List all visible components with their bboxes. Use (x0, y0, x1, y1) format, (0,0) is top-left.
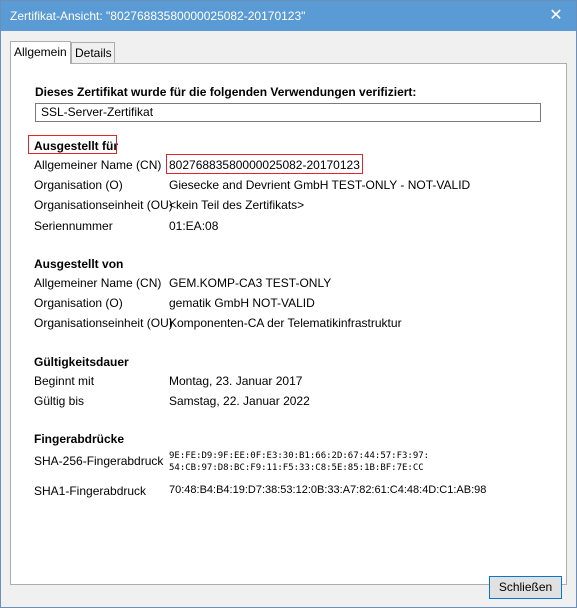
sha256-label: SHA-256-Fingerabdruck (34, 454, 164, 468)
valid-until-label: Gültig bis (34, 394, 85, 408)
issued-to-highlight-box (28, 135, 117, 154)
issued-by-ou-label: Organisationseinheit (OU) (34, 316, 173, 330)
sha256-value-line1: 9E:FE:D9:9F:EE:0F:E3:30:B1:66:2D:67:44:5… (169, 451, 430, 461)
general-tab-panel: Dieses Zertifikat wurde für die folgende… (10, 63, 567, 585)
issued-by-heading: Ausgestellt von (34, 257, 124, 271)
issued-by-o-label: Organisation (O) (34, 296, 123, 310)
cn-highlight-box (166, 154, 363, 174)
issued-to-ou-label: Organisationseinheit (OU) (34, 198, 173, 212)
certificate-viewer-window: Zertifikat-Ansicht: "8027688358000002508… (0, 0, 577, 608)
issued-to-o-value: Giesecke and Devrient GmbH TEST-ONLY - N… (169, 178, 471, 192)
valid-from-value: Montag, 23. Januar 2017 (169, 374, 303, 388)
close-button[interactable]: Schließen (489, 576, 562, 599)
issued-by-ou-value: Komponenten-CA der Telematikinfrastruktu… (169, 316, 402, 330)
serial-number-label: Seriennummer (34, 219, 113, 233)
issued-by-o-value: gematik GmbH NOT-VALID (169, 296, 315, 310)
issued-to-cn-label: Allgemeiner Name (CN) (34, 158, 162, 172)
serial-number-value: 01:EA:08 (169, 219, 219, 233)
valid-from-label: Beginnt mit (34, 374, 95, 388)
sha1-label: SHA1-Fingerabdruck (34, 484, 147, 498)
title-bar: Zertifikat-Ansicht: "8027688358000002508… (1, 1, 576, 31)
sha256-value-line2: 54:CB:97:D8:BC:F9:11:F5:33:C8:5E:85:1B:B… (169, 463, 424, 473)
issued-to-ou-value: <kein Teil des Zertifikats> (169, 198, 305, 212)
usage-field[interactable]: SSL-Server-Zertifikat (35, 103, 541, 122)
close-window-icon[interactable]: ✕ (536, 1, 576, 31)
issued-by-cn-label: Allgemeiner Name (CN) (34, 276, 162, 290)
tab-details[interactable]: Details (71, 42, 115, 63)
issued-by-cn-value: GEM.KOMP-CA3 TEST-ONLY (169, 276, 332, 290)
issued-to-o-label: Organisation (O) (34, 178, 123, 192)
window-title: Zertifikat-Ansicht: "8027688358000002508… (10, 9, 306, 23)
valid-until-value: Samstag, 22. Januar 2022 (169, 394, 310, 408)
usage-heading: Dieses Zertifikat wurde für die folgende… (35, 85, 417, 99)
sha1-value: 70:48:B4:B4:19:D7:38:53:12:0B:33:A7:82:6… (169, 484, 487, 496)
fingerprints-heading: Fingerabdrücke (34, 432, 125, 446)
validity-heading: Gültigkeitsdauer (34, 355, 129, 369)
tab-allgemein[interactable]: Allgemein (10, 41, 71, 64)
